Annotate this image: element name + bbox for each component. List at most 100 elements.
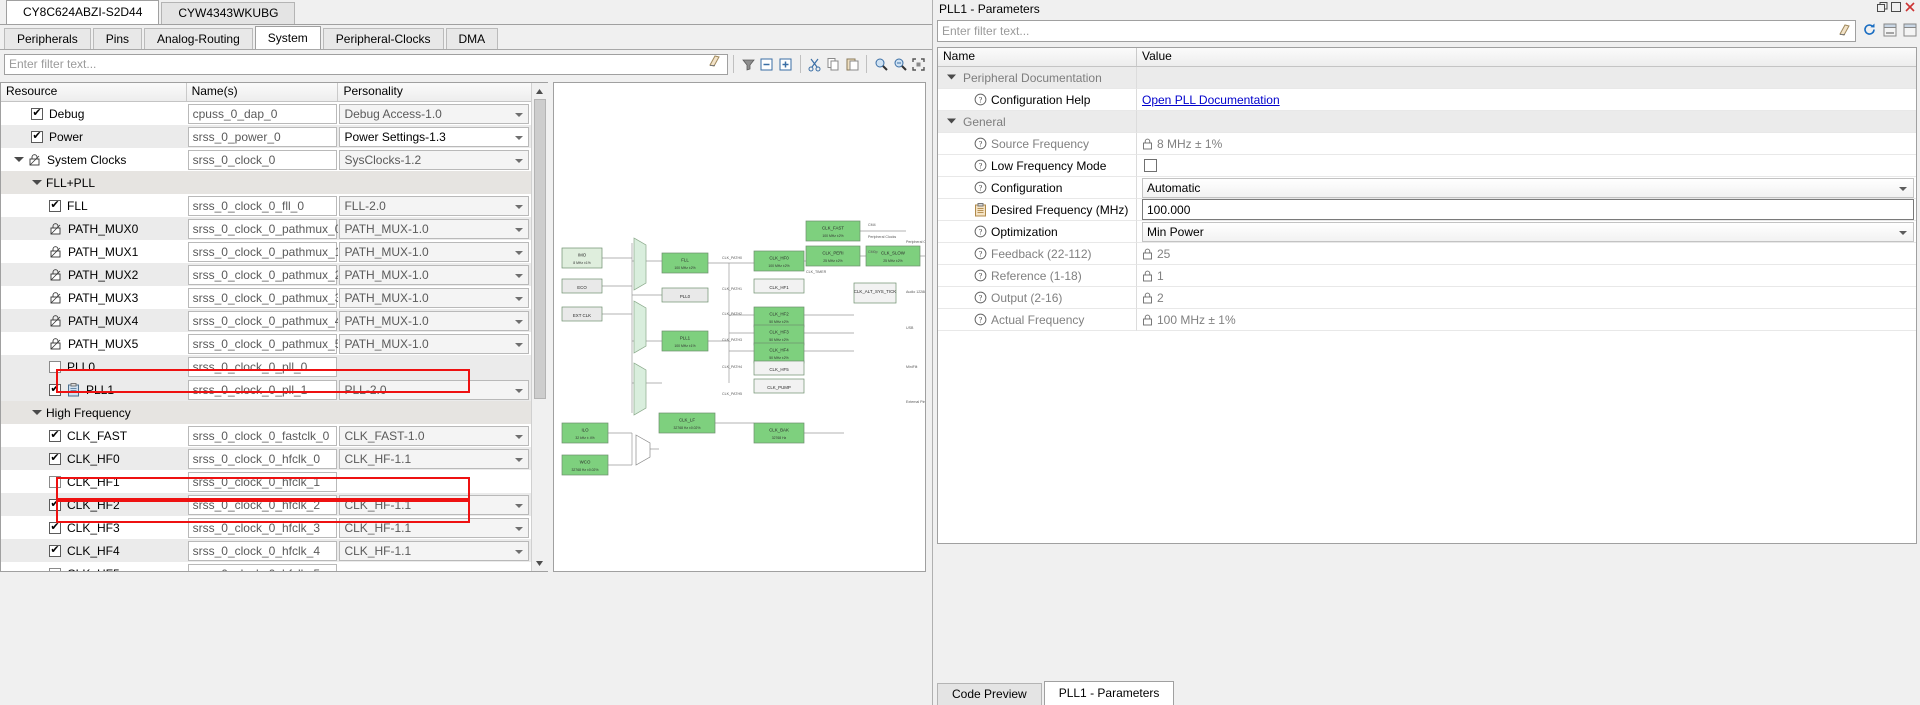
- personality-select[interactable]: CLK_HF-1.1: [339, 540, 530, 561]
- personality-select[interactable]: CLK_FAST-1.0: [339, 425, 530, 446]
- table-row[interactable]: ✔ Debug cpuss_0_dap_0 Debug Access-1.0: [1, 102, 531, 125]
- chevron-down-icon[interactable]: [515, 388, 524, 393]
- column-header-name[interactable]: Name: [938, 48, 1137, 66]
- diagram-block[interactable]: CLK_HF1: [753, 278, 805, 294]
- device-tab-1[interactable]: CYW4343WKUBG: [161, 2, 296, 24]
- table-row[interactable]: PATH_MUX4 srss_0_clock_0_pathmux_4 PATH_MU…: [1, 309, 531, 332]
- parameter-row[interactable]: ? Reference (1-18) 1: [938, 265, 1916, 287]
- table-row[interactable]: FLL+PLL: [1, 171, 531, 194]
- chevron-down-icon[interactable]: [515, 273, 524, 278]
- personality-select[interactable]: PATH_MUX-1.0: [339, 241, 530, 262]
- row-checkbox[interactable]: [49, 567, 61, 571]
- diagram-block[interactable]: CLK_PUMP: [753, 378, 805, 394]
- diagram-block[interactable]: CLK_HF4 50 MHz ±2%: [753, 342, 805, 364]
- table-row[interactable]: ✔ CLK_HF0 srss_0_clock_0_hfclk_0 CLK_HF-1.1: [1, 447, 531, 470]
- table-row[interactable]: ✔ PLL1 srss_0_clock_0_pll_1 PLL-2.0: [1, 378, 531, 401]
- personality-select[interactable]: CLK_HF-1.1: [339, 517, 530, 538]
- chevron-down-icon[interactable]: [515, 227, 524, 232]
- personality-select[interactable]: Power Settings-1.3: [339, 126, 530, 147]
- name-input[interactable]: srss_0_clock_0_fll_0: [187, 195, 337, 216]
- diagram-block[interactable]: ILO 32 kHz ± 4%: [561, 422, 609, 444]
- name-input[interactable]: srss_0_clock_0_fastclk_0: [187, 425, 337, 446]
- parameter-row[interactable]: ? Actual Frequency 100 MHz ± 1%: [938, 309, 1916, 331]
- row-checkbox[interactable]: ✔: [49, 429, 61, 442]
- chevron-down-icon[interactable]: [31, 407, 42, 418]
- parameter-row[interactable]: Peripheral Documentation: [938, 67, 1916, 89]
- name-input[interactable]: srss_0_clock_0_pathmux_4: [187, 310, 338, 331]
- chevron-down-icon[interactable]: [515, 296, 524, 301]
- desired-frequency-input[interactable]: 100.000: [1142, 199, 1914, 220]
- personality-select[interactable]: PATH_MUX-1.0: [339, 264, 530, 285]
- zoom-out-icon[interactable]: [891, 54, 910, 74]
- chevron-down-icon[interactable]: [515, 503, 524, 508]
- row-checkbox[interactable]: ✔: [31, 130, 43, 143]
- resource-filter-input[interactable]: Enter filter text...: [4, 53, 728, 75]
- diagram-block[interactable]: EXT CLK: [561, 306, 603, 322]
- row-checkbox[interactable]: ✔: [49, 383, 61, 396]
- table-row[interactable]: System Clocks srss_0_clock_0 SysClocks-1.2: [1, 148, 531, 171]
- tab-analog-routing[interactable]: Analog-Routing: [144, 28, 253, 49]
- chevron-down-icon[interactable]: [515, 250, 524, 255]
- diagram-block[interactable]: CLK_SLOW 25 MHz ±2%: [865, 245, 921, 267]
- table-row[interactable]: PATH_MUX3 srss_0_clock_0_pathmux_3 PATH_MU…: [1, 286, 531, 309]
- name-input[interactable]: srss_0_clock_0_pathmux_2: [187, 264, 338, 285]
- name-input[interactable]: srss_0_clock_0_hfclk_2: [187, 494, 337, 515]
- maximize-icon[interactable]: [1891, 2, 1902, 16]
- documentation-link[interactable]: Open PLL Documentation: [1142, 93, 1280, 107]
- row-checkbox[interactable]: [49, 475, 61, 488]
- personality-select[interactable]: PATH_MUX-1.0: [339, 218, 530, 239]
- cut-icon[interactable]: [806, 54, 825, 74]
- name-input[interactable]: srss_0_clock_0_pll_0: [187, 356, 337, 377]
- name-input[interactable]: srss_0_clock_0_pll_1: [187, 379, 337, 400]
- name-input[interactable]: cpuss_0_dap_0: [187, 103, 337, 124]
- row-checkbox[interactable]: ✔: [49, 521, 61, 534]
- parameter-row[interactable]: ? Configuration Automatic: [938, 177, 1916, 199]
- personality-select[interactable]: PATH_MUX-1.0: [339, 333, 530, 354]
- parameter-select[interactable]: Min Power: [1142, 221, 1914, 242]
- parameters-filter-input[interactable]: Enter filter text...: [937, 20, 1856, 42]
- personality-select[interactable]: PATH_MUX-1.0: [339, 310, 530, 331]
- chevron-down-icon[interactable]: [515, 135, 524, 140]
- chevron-down-icon[interactable]: [515, 158, 524, 163]
- personality-select[interactable]: SysClocks-1.2: [339, 149, 530, 170]
- chevron-down-icon[interactable]: [31, 177, 42, 188]
- diagram-block[interactable]: CLK_HF5: [753, 360, 805, 376]
- parameter-row[interactable]: ? Feedback (22-112) 25: [938, 243, 1916, 265]
- diagram-block[interactable]: CLK_FAST 100 MHz ±2%: [805, 220, 861, 242]
- table-row[interactable]: ✔ CLK_FAST srss_0_clock_0_fastclk_0 CLK_FAS…: [1, 424, 531, 447]
- personality-select[interactable]: PATH_MUX-1.0: [339, 287, 530, 308]
- column-header-personality[interactable]: Personality: [338, 83, 531, 101]
- diagram-block[interactable]: CLK_ALT_SYS_TICK: [853, 282, 897, 304]
- row-checkbox[interactable]: ✔: [49, 498, 61, 511]
- name-input[interactable]: srss_0_clock_0_pathmux_1: [187, 241, 338, 262]
- diagram-block[interactable]: CLK_HF2 50 MHz ±2%: [753, 306, 805, 328]
- device-tab-0[interactable]: CY8C624ABZI-S2D44: [6, 0, 160, 24]
- table-row[interactable]: PLL0 srss_0_clock_0_pll_0: [1, 355, 531, 378]
- tab-system[interactable]: System: [254, 26, 321, 49]
- chevron-down-icon[interactable]: [515, 457, 524, 462]
- paste-icon[interactable]: [843, 54, 862, 74]
- table-row[interactable]: ✔ FLL srss_0_clock_0_fll_0 FLL-2.0: [1, 194, 531, 217]
- table-row[interactable]: PATH_MUX2 srss_0_clock_0_pathmux_2 PATH_MU…: [1, 263, 531, 286]
- low-frequency-mode-checkbox[interactable]: [1144, 159, 1157, 172]
- filter-icon[interactable]: [739, 54, 758, 74]
- parameter-row[interactable]: ? Optimization Min Power: [938, 221, 1916, 243]
- personality-select[interactable]: CLK_HF-1.1: [339, 494, 530, 515]
- name-input[interactable]: srss_0_clock_0: [187, 149, 337, 170]
- chevron-down-icon[interactable]: [1899, 230, 1907, 235]
- table-row[interactable]: CLK_HF5 srss_0_clock_0_hfclk_5: [1, 562, 531, 571]
- tab-pins[interactable]: Pins: [92, 28, 143, 49]
- chevron-down-icon[interactable]: [1899, 186, 1907, 191]
- diagram-block[interactable]: CLK_BAK 32768 Hz: [753, 422, 805, 444]
- eraser-icon[interactable]: [1837, 23, 1851, 40]
- parameter-select[interactable]: Automatic: [1142, 177, 1914, 198]
- diagram-block[interactable]: FLL 100 MHz ±2%: [661, 252, 709, 274]
- scroll-thumb[interactable]: [533, 99, 546, 399]
- row-checkbox[interactable]: [49, 360, 61, 373]
- parameters-table[interactable]: Name Value Peripheral Documentation? Conf…: [937, 47, 1917, 544]
- bottom-tab-0[interactable]: Code Preview: [937, 683, 1042, 705]
- expand-all-icon[interactable]: [776, 54, 795, 74]
- row-checkbox[interactable]: ✔: [31, 107, 43, 120]
- table-row[interactable]: PATH_MUX0 srss_0_clock_0_pathmux_0 PATH_MU…: [1, 217, 531, 240]
- personality-select[interactable]: PLL-2.0: [339, 379, 530, 400]
